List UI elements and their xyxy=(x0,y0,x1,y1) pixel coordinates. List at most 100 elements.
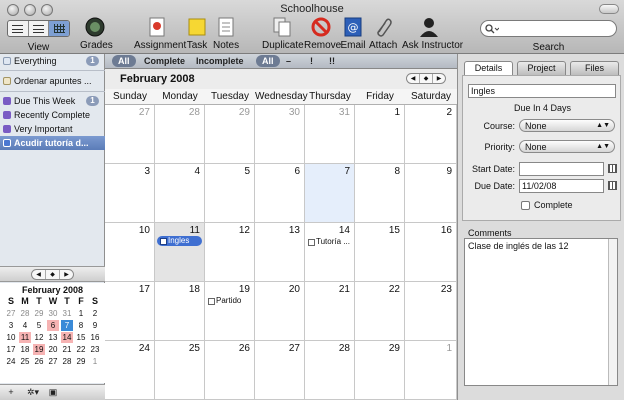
search-field[interactable] xyxy=(480,20,617,37)
filter-incomplete[interactable]: Incomplete xyxy=(190,55,250,67)
calendar-day-cell[interactable]: 11 Ingles xyxy=(155,223,205,282)
mini-calendar-day[interactable]: 1 xyxy=(89,356,101,367)
calendar-day-cell[interactable]: 30 xyxy=(255,105,305,164)
calendar-day-cell[interactable]: 29 xyxy=(355,341,405,400)
calendar-day-cell[interactable]: 15 xyxy=(355,223,405,282)
priority-all[interactable]: All xyxy=(256,55,280,67)
priority-very-important[interactable]: !! xyxy=(323,55,341,67)
calendar-day-cell[interactable]: 13 xyxy=(255,223,305,282)
assignment-button[interactable]: Assignment xyxy=(134,16,186,51)
calendar-day-cell[interactable]: 22 xyxy=(355,282,405,341)
date-picker-icon[interactable] xyxy=(608,164,617,173)
priority-important[interactable]: ! xyxy=(304,55,319,67)
calendar-nav-buttons[interactable]: ◀ ◆ ▶ xyxy=(406,73,446,84)
mini-calendar-day[interactable]: 10 xyxy=(5,332,17,343)
calendar-day-cell[interactable]: 10 xyxy=(105,223,155,282)
add-icon[interactable]: + xyxy=(5,387,17,398)
grades-button[interactable]: Grades xyxy=(80,16,113,51)
mini-calendar-day[interactable]: 8 xyxy=(75,320,87,331)
tab-project[interactable]: Project xyxy=(517,61,566,76)
email-button[interactable]: @ Email xyxy=(340,16,366,51)
calendar-day-cell[interactable]: 12 xyxy=(205,223,255,282)
calendar-day-cell[interactable]: 19 Partido xyxy=(205,282,255,341)
calendar-event-tutoria[interactable]: Tutoría ... xyxy=(307,237,352,247)
mini-calendar-day[interactable]: 6 xyxy=(47,320,59,331)
calendar-view-icon[interactable] xyxy=(49,21,69,36)
calendar-day-cell[interactable]: 26 xyxy=(205,341,255,400)
mini-calendar-day[interactable]: 30 xyxy=(47,308,59,319)
due-date-field[interactable]: 11/02/08 xyxy=(519,179,604,193)
calendar-day-cell[interactable]: 9 xyxy=(405,164,457,223)
calendar-day-cell[interactable]: 1 xyxy=(355,105,405,164)
calendar-day-cell[interactable]: 7 xyxy=(305,164,355,223)
list-view-icon[interactable] xyxy=(8,21,29,36)
attach-button[interactable]: Attach xyxy=(369,16,397,51)
next-month-icon[interactable]: ▶ xyxy=(433,74,445,83)
mini-calendar-day[interactable]: 27 xyxy=(47,356,59,367)
start-date-field[interactable] xyxy=(519,162,604,176)
complete-checkbox[interactable] xyxy=(521,201,530,210)
title-field[interactable]: Ingles xyxy=(468,84,616,98)
sidebar-item-recently-complete[interactable]: Recently Complete xyxy=(0,108,105,122)
mini-calendar-day[interactable]: 14 xyxy=(61,332,73,343)
sidebar-item-ordenar-apuntes[interactable]: Ordenar apuntes ... xyxy=(0,74,105,88)
calendar-day-cell[interactable]: 8 xyxy=(355,164,405,223)
priority-popup[interactable]: None ▲▼ xyxy=(519,140,615,153)
mini-calendar-day[interactable]: 18 xyxy=(19,344,31,355)
notes-button[interactable]: Notes xyxy=(213,16,239,51)
mini-calendar-day[interactable]: 24 xyxy=(5,356,17,367)
date-picker-icon[interactable] xyxy=(608,181,617,190)
archive-icon[interactable]: ▣ xyxy=(47,387,59,398)
gear-menu-icon[interactable]: ✲▾ xyxy=(24,387,42,398)
filter-complete[interactable]: Complete xyxy=(138,55,191,67)
calendar-day-cell[interactable]: 4 xyxy=(155,164,205,223)
view-segmented-control[interactable] xyxy=(7,20,70,37)
mini-calendar-day[interactable]: 11 xyxy=(19,332,31,343)
priority-none[interactable]: – xyxy=(280,55,297,67)
sidebar-item-everything[interactable]: Everything 1 xyxy=(0,54,105,68)
mini-calendar-day[interactable]: 31 xyxy=(61,308,73,319)
mini-calendar-day[interactable]: 22 xyxy=(75,344,87,355)
toolbar-toggle-button[interactable] xyxy=(599,4,619,14)
calendar-event-partido[interactable]: Partido xyxy=(207,296,252,306)
mini-calendar-day[interactable]: 3 xyxy=(5,320,17,331)
mini-calendar-day[interactable]: 9 xyxy=(89,320,101,331)
mini-calendar-nav-buttons[interactable]: ◀ ◆ ▶ xyxy=(31,269,74,280)
mini-calendar-day[interactable]: 23 xyxy=(89,344,101,355)
ask-instructor-button[interactable]: Ask Instructor xyxy=(402,16,463,51)
next-month-icon[interactable]: ▶ xyxy=(60,270,73,279)
previous-month-icon[interactable]: ◀ xyxy=(32,270,46,279)
calendar-day-cell[interactable]: 25 xyxy=(155,341,205,400)
calendar-day-cell[interactable]: 3 xyxy=(105,164,155,223)
duplicate-button[interactable]: Duplicate xyxy=(262,16,304,51)
calendar-day-cell[interactable]: 17 xyxy=(105,282,155,341)
mini-calendar-day[interactable]: 21 xyxy=(61,344,73,355)
mini-calendar-day[interactable]: 27 xyxy=(5,308,17,319)
mini-calendar-day[interactable]: 19 xyxy=(33,344,45,355)
mini-calendar-day[interactable]: 5 xyxy=(33,320,45,331)
filter-all[interactable]: All xyxy=(112,55,136,67)
mini-calendar-day[interactable]: 26 xyxy=(33,356,45,367)
calendar-day-cell[interactable]: 28 xyxy=(155,105,205,164)
calendar-day-cell[interactable]: 24 xyxy=(105,341,155,400)
mini-calendar-day[interactable]: 7 xyxy=(61,320,73,331)
detail-view-icon[interactable] xyxy=(29,21,50,36)
calendar-day-cell[interactable]: 18 xyxy=(155,282,205,341)
mini-calendar-day[interactable]: 12 xyxy=(33,332,45,343)
mini-calendar-day[interactable]: 20 xyxy=(47,344,59,355)
calendar-day-cell[interactable]: 2 xyxy=(405,105,457,164)
today-icon[interactable]: ◆ xyxy=(46,270,60,279)
sidebar-item-acudir-tutoria[interactable]: Acudir tutoría d... xyxy=(0,136,105,150)
mini-calendar-day[interactable]: 29 xyxy=(33,308,45,319)
calendar-day-cell[interactable]: 31 xyxy=(305,105,355,164)
calendar-day-cell[interactable]: 27 xyxy=(255,341,305,400)
mini-calendar-day[interactable]: 25 xyxy=(19,356,31,367)
mini-calendar-day[interactable]: 1 xyxy=(75,308,87,319)
mini-calendar-day[interactable]: 28 xyxy=(61,356,73,367)
mini-calendar-day[interactable]: 4 xyxy=(19,320,31,331)
mini-calendar-day[interactable]: 2 xyxy=(89,308,101,319)
calendar-day-cell[interactable]: 16 xyxy=(405,223,457,282)
calendar-day-cell[interactable]: 5 xyxy=(205,164,255,223)
comments-textarea[interactable]: Clase de inglés de las 12 xyxy=(464,238,618,386)
comments-scrollbar[interactable] xyxy=(608,239,617,385)
